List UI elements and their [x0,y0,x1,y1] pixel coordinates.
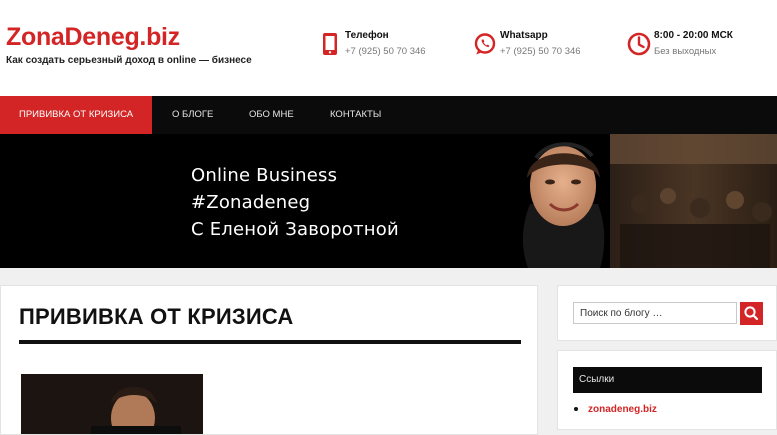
hero-headline: Online Business #Zonadeneg С Еленой Заво… [191,162,399,243]
hero-line-3: С Еленой Заворотной [191,219,399,240]
hero-banner: Online Business #Zonadeneg С Еленой Заво… [0,134,777,268]
hero-line-2: #Zonadeneg [191,192,311,213]
post-title: ПРИВИВКА ОТ КРИЗИСА [19,304,294,329]
site-title[interactable]: ZonaDeneg.biz [6,22,180,52]
nav-item-contacts[interactable]: КОНТАКТЫ [311,96,400,134]
nav-item-vaccination[interactable]: ПРИВИВКА ОТ КРИЗИСА [0,96,153,134]
title-divider [19,340,521,344]
contact-phone-value[interactable]: +7 (925) 50 70 346 [345,46,426,57]
contact-hours-value: Без выходных [654,46,717,57]
contact-hours-label: 8:00 - 20:00 МСК [654,30,733,41]
sidebar-links-widget: Ссылки zonadeneg.biz [557,350,777,430]
clock-icon [627,32,651,56]
search-input[interactable] [573,302,737,324]
contact-phone-label: Телефон [345,30,389,41]
links-widget-title: Ссылки [573,367,762,393]
site-header: ZonaDeneg.biz Как создать серьезный дохо… [0,0,777,96]
post-thumbnail-image [21,374,203,434]
phone-icon [323,33,337,55]
search-button[interactable] [740,302,763,325]
whatsapp-icon [474,33,496,55]
nav-item-about-me[interactable]: ОБО МНЕ [230,96,313,134]
nav-item-about-blog[interactable]: О БЛОГЕ [153,96,232,134]
links-widget-item[interactable]: zonadeneg.biz [574,404,657,415]
search-icon [744,306,759,321]
contact-whatsapp-value[interactable]: +7 (925) 50 70 346 [500,46,581,57]
contact-whatsapp-label: Whatsapp [500,30,548,41]
hero-line-1: Online Business [191,165,338,186]
links-widget-item-label[interactable]: zonadeneg.biz [588,404,657,415]
site-tagline: Как создать серьезный доход в online — б… [6,55,252,66]
main-nav: ПРИВИВКА ОТ КРИЗИСА О БЛОГЕ ОБО МНЕ КОНТ… [0,96,777,134]
sidebar-search-widget [557,285,777,341]
post-thumbnail[interactable] [21,374,203,434]
main-content: ПРИВИВКА ОТ КРИЗИСА [0,285,538,435]
bullet-icon [574,407,578,412]
